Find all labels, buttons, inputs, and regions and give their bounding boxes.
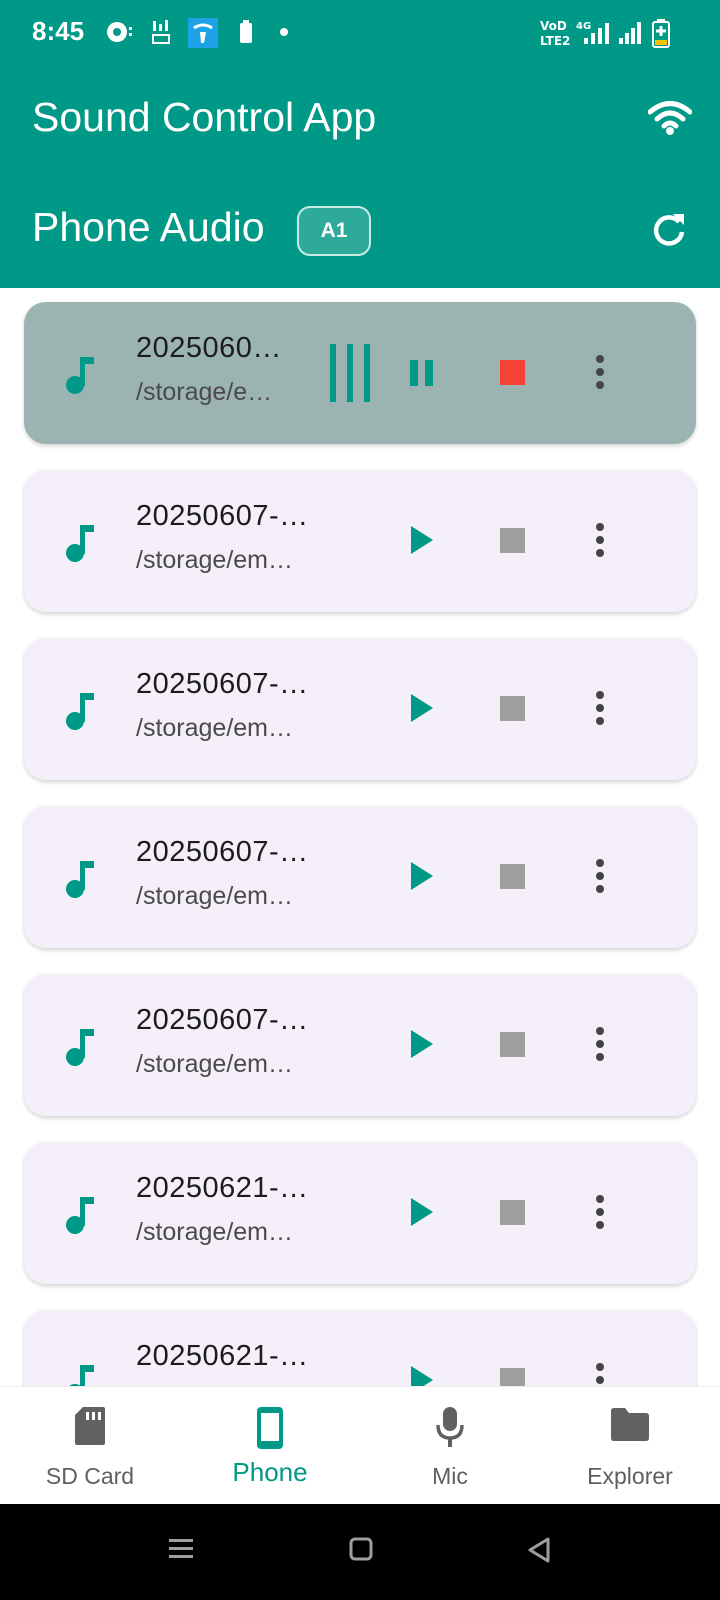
play-button[interactable] (408, 690, 436, 726)
recording-path: /storage/em… (136, 882, 294, 910)
recording-path: /storage/em… (136, 1050, 294, 1078)
folder-icon (540, 1405, 720, 1448)
telenor-icon (188, 18, 218, 48)
recording-list[interactable]: 2025060… /storage/e… 20250607-… /storage… (0, 288, 720, 1386)
recording-title: 20250621-… (136, 1340, 309, 1372)
volte-icon: VoD LTE2 (540, 19, 570, 48)
nav-label-explorer: Explorer (587, 1463, 673, 1489)
recording-title: 20250607-… (136, 1004, 309, 1036)
dot-icon (280, 28, 288, 36)
pause-button[interactable] (408, 358, 436, 388)
music-note-icon (66, 525, 94, 562)
app-header: 8:45 VoD LTE2 4G Sound Control App Phone… (0, 0, 720, 288)
recents-icon[interactable] (167, 1536, 195, 1562)
play-button[interactable] (408, 1362, 436, 1386)
recording-path: /storage/e… (136, 378, 273, 406)
nav-item-sd-card[interactable]: SD Card (0, 1387, 180, 1505)
play-button[interactable] (408, 858, 436, 894)
recording-card[interactable]: 20250607-… /storage/em… (24, 806, 696, 948)
4g-signal-icon: 4G (576, 21, 609, 44)
app-title: Sound Control App (32, 94, 377, 140)
more-options-icon[interactable] (595, 1362, 605, 1386)
recording-card[interactable]: 2025060… /storage/e… (24, 302, 696, 444)
music-note-icon (66, 357, 94, 394)
battery-charging-icon (652, 19, 670, 48)
music-note-icon (69, 1365, 94, 1386)
stop-button[interactable] (500, 864, 525, 889)
recording-path: /storage/em… (136, 1218, 294, 1246)
recording-path: /storage/em… (136, 546, 294, 574)
recording-title: 20250607-… (136, 500, 309, 532)
play-button[interactable] (408, 1194, 436, 1230)
stop-button[interactable] (500, 360, 525, 385)
music-note-icon (66, 861, 94, 898)
music-note-icon (66, 1029, 94, 1066)
system-navigation-bar (0, 1504, 720, 1600)
recording-path: /storage/em… (136, 714, 294, 742)
sync-icon (107, 22, 132, 42)
svg-text:VoD: VoD (540, 19, 567, 33)
nav-item-mic[interactable]: Mic (360, 1387, 540, 1505)
stop-button[interactable] (500, 696, 525, 721)
device-badge: A1 (297, 206, 371, 256)
signal-icon (619, 22, 641, 44)
svg-text:4G: 4G (576, 21, 591, 32)
recording-card[interactable]: 20250607-… /storage/em… (24, 974, 696, 1116)
svg-text:LTE2: LTE2 (540, 34, 570, 48)
music-note-icon (66, 1197, 94, 1234)
status-time: 8:45 (32, 16, 85, 46)
more-options-icon[interactable] (595, 522, 605, 558)
status-bar: 8:45 VoD LTE2 4G (0, 0, 720, 64)
play-button[interactable] (408, 1026, 436, 1062)
more-options-icon[interactable] (595, 1194, 605, 1230)
nav-label-phone: Phone (232, 1457, 308, 1487)
nav-item-explorer[interactable]: Explorer (540, 1387, 720, 1505)
recording-card[interactable]: 20250607-… /storage/em… (24, 638, 696, 780)
playing-indicator-icon (330, 344, 370, 402)
more-options-icon[interactable] (595, 858, 605, 894)
nav-label-mic: Mic (432, 1463, 468, 1489)
nav-label-sd-card: SD Card (45, 1463, 135, 1489)
bottom-navigation: SD Card Phone Mic Explorer (0, 1386, 720, 1504)
mic-icon (360, 1405, 540, 1454)
more-options-icon[interactable] (595, 354, 605, 390)
phone-icon (180, 1405, 360, 1456)
recording-title: 2025060… (136, 332, 282, 364)
battery-small-icon (240, 20, 252, 43)
stop-button[interactable] (500, 1200, 525, 1225)
stop-button[interactable] (500, 1032, 525, 1057)
recording-title: 20250621-… (136, 1172, 309, 1204)
recording-card[interactable]: 20250621-… (24, 1310, 696, 1386)
signal-badge-icon (152, 20, 170, 44)
refresh-icon[interactable] (651, 212, 687, 248)
music-note-icon (66, 693, 94, 730)
section-title: Phone Audio (32, 204, 265, 250)
more-options-icon[interactable] (595, 690, 605, 726)
home-icon[interactable] (348, 1536, 374, 1562)
stop-button[interactable] (500, 1368, 525, 1386)
nav-item-phone[interactable]: Phone (180, 1387, 360, 1505)
wifi-icon[interactable] (648, 100, 692, 136)
back-icon[interactable] (526, 1536, 552, 1564)
recording-title: 20250607-… (136, 836, 309, 868)
more-options-icon[interactable] (595, 1026, 605, 1062)
recording-card[interactable]: 20250621-… /storage/em… (24, 1142, 696, 1284)
recording-title: 20250607-… (136, 668, 309, 700)
play-button[interactable] (408, 522, 436, 558)
stop-button[interactable] (500, 528, 525, 553)
sd-card-icon (0, 1405, 180, 1452)
recording-card[interactable]: 20250607-… /storage/em… (24, 470, 696, 612)
